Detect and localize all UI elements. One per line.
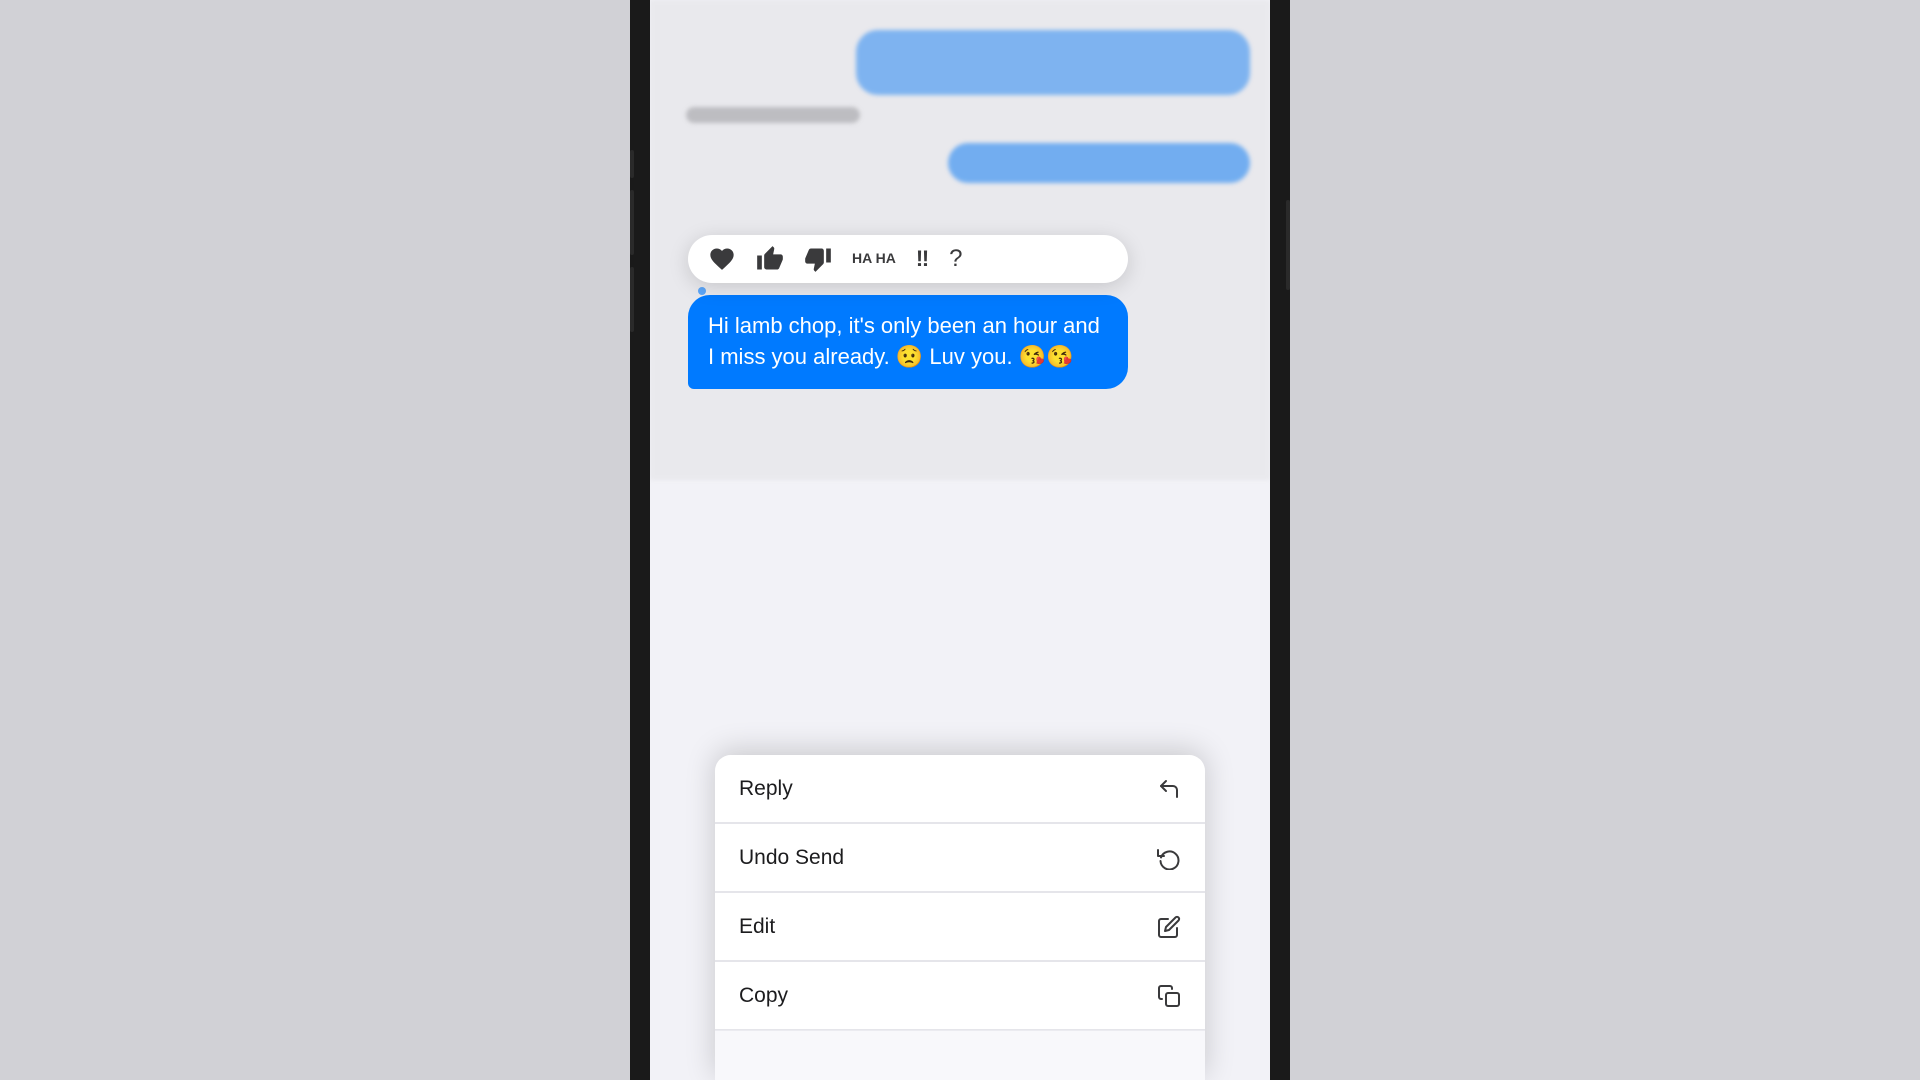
thumbs-down-reaction[interactable]	[804, 245, 832, 273]
exclaim-label: ‼	[916, 246, 929, 272]
undo-send-label: Undo Send	[739, 846, 844, 870]
volume-down-button	[630, 267, 634, 332]
question-reaction[interactable]: ?	[949, 245, 962, 273]
exclaim-reaction[interactable]: ‼	[916, 246, 929, 272]
thumbs-up-reaction[interactable]	[756, 245, 784, 273]
question-label: ?	[949, 245, 962, 273]
menu-item-copy[interactable]: Copy	[715, 962, 1205, 1030]
message-bubble: Hi lamb chop, it's only been an hour and…	[688, 295, 1128, 389]
haha-reaction[interactable]: HA HA	[852, 251, 896, 266]
undo-send-icon	[1157, 846, 1181, 870]
edit-label: Edit	[739, 915, 775, 939]
scene-background: HA HA ‼ ?	[0, 0, 1920, 1080]
reply-label: Reply	[739, 777, 793, 801]
volume-up-button	[630, 190, 634, 255]
copy-icon	[1157, 984, 1181, 1008]
bubble-trail	[698, 287, 1128, 295]
reaction-bar-container: HA HA ‼ ?	[678, 235, 1128, 389]
trail-dot-1	[698, 287, 706, 295]
left-bg	[0, 0, 400, 1080]
menu-more-hint	[715, 1030, 1205, 1080]
phone-shell: HA HA ‼ ?	[630, 0, 1290, 1080]
edit-icon	[1157, 915, 1181, 939]
context-menu: Reply Undo Send	[715, 755, 1205, 1080]
phone-screen: HA HA ‼ ?	[650, 0, 1270, 1080]
haha-label: HA HA	[852, 251, 896, 266]
menu-item-edit[interactable]: Edit	[715, 893, 1205, 961]
message-bubble-wrapper: Hi lamb chop, it's only been an hour and…	[688, 295, 1128, 389]
menu-item-reply[interactable]: Reply	[715, 755, 1205, 823]
copy-label: Copy	[739, 984, 788, 1008]
power-button	[1286, 200, 1290, 290]
reply-icon	[1157, 777, 1181, 801]
reaction-pill: HA HA ‼ ?	[688, 235, 1128, 283]
volume-buttons	[630, 150, 634, 332]
message-text: Hi lamb chop, it's only been an hour and…	[708, 313, 1100, 369]
heart-reaction[interactable]	[708, 245, 736, 273]
menu-item-undo-send[interactable]: Undo Send	[715, 824, 1205, 892]
right-bg	[1520, 0, 1920, 1080]
mute-button	[630, 150, 634, 178]
